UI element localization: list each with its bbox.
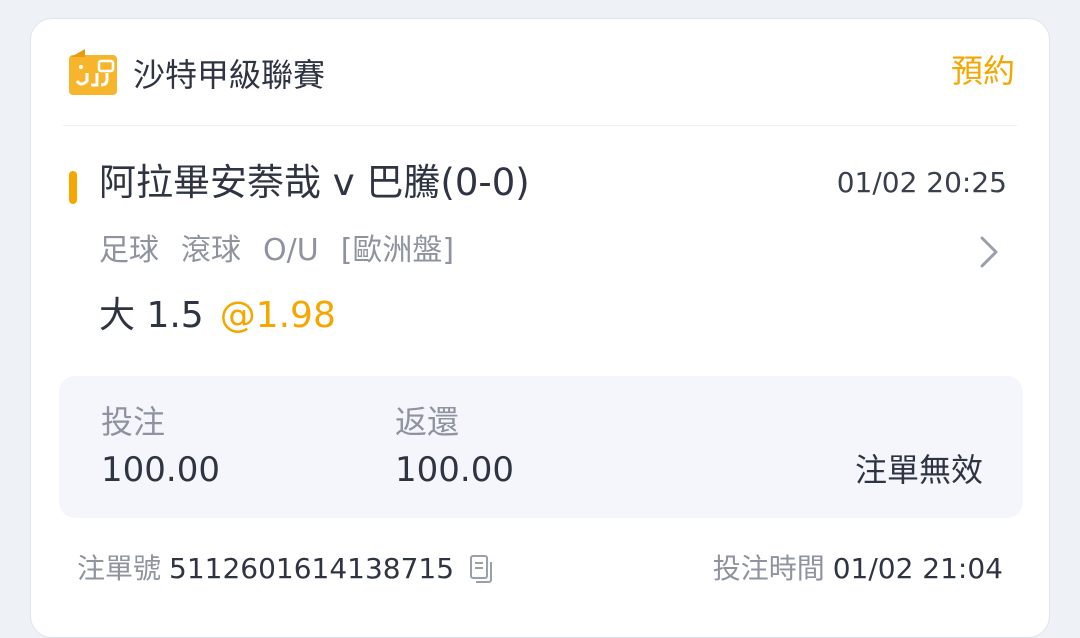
bet-id-label: 注單號 (77, 552, 162, 585)
bet-type-row: 足球 滾球 O/U [歐洲盤] (99, 229, 476, 273)
stake-column: 投注 100.00 (101, 400, 220, 494)
stake-value: 100.00 (101, 450, 220, 490)
return-value: 100.00 (395, 450, 514, 490)
chevron-right-icon[interactable] (977, 234, 1001, 270)
handicap-type-label: [歐洲盤] (340, 233, 455, 268)
copy-icon[interactable] (468, 554, 494, 584)
match-time: 01/02 20:25 (836, 166, 1007, 199)
bet-id-row: 注單號 5112601614138715 (77, 549, 494, 589)
bet-summary-panel: 投注 100.00 返還 100.00 注單無效 (59, 376, 1023, 518)
market-label: O/U (263, 233, 319, 268)
bet-time-value: 01/02 21:04 (832, 552, 1003, 585)
return-label: 返還 (395, 403, 460, 441)
odds-value: 1.98 (255, 295, 336, 336)
bet-record-card[interactable]: 沙特甲級聯賽 預約 阿拉畢安萘哉 v 巴騰(0-0) 01/02 20:25 足… (30, 18, 1050, 638)
card-header: 沙特甲級聯賽 預約 (31, 19, 1049, 127)
bet-time-row: 投注時間 01/02 21:04 (713, 549, 1003, 589)
header-divider (63, 125, 1017, 126)
league-name: 沙特甲級聯賽 (133, 56, 326, 94)
league-logo-icon (69, 49, 117, 95)
stake-label: 投注 (101, 403, 166, 441)
bet-status: 注單無效 (854, 451, 983, 489)
bet-time-label: 投注時間 (712, 552, 825, 585)
bet-id-value: 5112601614138715 (169, 552, 455, 585)
reservation-link[interactable]: 預約 (951, 49, 1015, 93)
mode-label: 滾球 (181, 233, 241, 268)
selection-row: 大 1.5 @1.98 (99, 291, 336, 341)
match-title: 阿拉畢安萘哉 v 巴騰(0-0) (99, 161, 530, 204)
return-column: 返還 100.00 (395, 400, 514, 494)
sport-label: 足球 (99, 233, 159, 268)
selection-pick: 大 1.5 (99, 295, 204, 336)
match-accent-bar (69, 171, 77, 204)
odds-at-symbol: @ (219, 295, 256, 336)
